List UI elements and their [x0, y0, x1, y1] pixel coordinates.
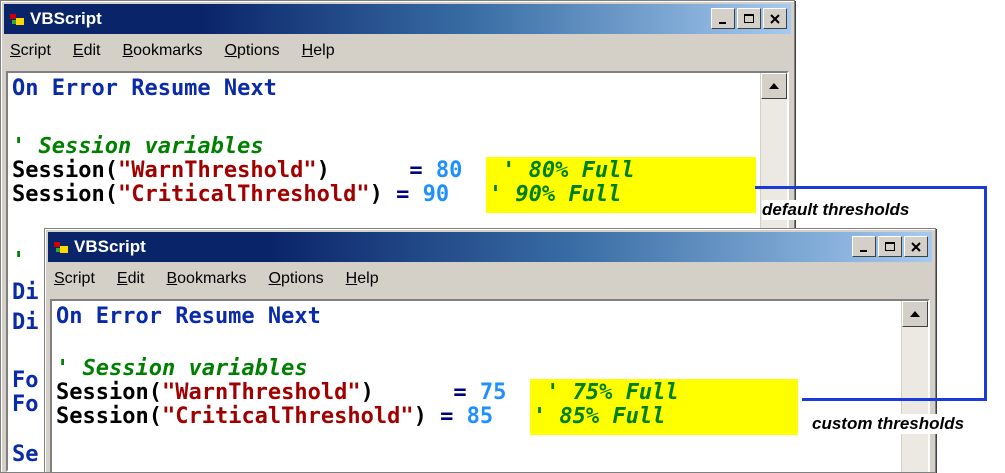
app-icon	[54, 242, 68, 253]
front-close-button[interactable]	[904, 236, 928, 257]
close-icon	[770, 13, 780, 24]
menu-options[interactable]: Options	[269, 270, 324, 288]
back-minimize-button[interactable]	[711, 8, 735, 29]
back-maximize-button[interactable]	[737, 8, 761, 29]
front-line-crit: Session("CriticalThreshold") = 85 ' 85% …	[56, 404, 666, 429]
back-line-2: ' Session variables	[12, 134, 264, 159]
front-menu-bar: Script Edit Bookmarks Options Help	[48, 265, 932, 293]
menu-script[interactable]: Script	[54, 270, 95, 288]
connector-bottom-line	[802, 398, 987, 401]
back-line-warn: Session("WarnThreshold") = 80 ' 80% Full	[12, 158, 635, 183]
back-window-title: VBScript	[30, 9, 102, 28]
front-code-editor[interactable]: On Error Resume Next ' Session variables…	[50, 299, 930, 472]
custom-thresholds-label: custom thresholds	[812, 414, 965, 434]
menu-options[interactable]: Options	[225, 42, 280, 60]
connector-top-line	[755, 186, 987, 189]
scroll-up-arrow-icon	[910, 311, 920, 317]
minimize-icon	[860, 249, 867, 252]
menu-script[interactable]: Script	[10, 42, 51, 60]
back-partial-2: Di	[12, 280, 39, 305]
back-partial-4: Fo	[12, 368, 39, 393]
close-icon	[911, 241, 921, 252]
menu-edit[interactable]: Edit	[73, 42, 101, 60]
front-line-2: ' Session variables	[56, 356, 308, 381]
front-window-title: VBScript	[74, 237, 146, 256]
menu-bookmarks[interactable]: Bookmarks	[166, 270, 246, 288]
back-title-bar[interactable]: VBScript	[4, 4, 791, 34]
app-icon	[10, 14, 24, 25]
default-thresholds-label: default thresholds	[762, 200, 910, 220]
back-close-button[interactable]	[763, 8, 787, 29]
connector-vertical-line	[984, 186, 987, 401]
menu-help[interactable]: Help	[346, 270, 379, 288]
front-title-bar[interactable]: VBScript	[48, 232, 932, 262]
back-menu-bar: Script Edit Bookmarks Options Help	[4, 37, 791, 65]
back-partial-5: Fo	[12, 392, 39, 417]
scroll-up-arrow-icon	[769, 83, 779, 89]
back-partial-3: Di	[12, 310, 39, 335]
front-line-warn: Session("WarnThreshold") = 75 ' 75% Full	[56, 380, 679, 405]
back-partial-6: Se	[12, 442, 39, 467]
minimize-icon	[719, 21, 726, 24]
menu-edit[interactable]: Edit	[117, 270, 145, 288]
menu-bookmarks[interactable]: Bookmarks	[122, 42, 202, 60]
maximize-icon	[885, 241, 895, 251]
back-line-crit: Session("CriticalThreshold") = 90 ' 90% …	[12, 182, 622, 207]
back-partial-1: '	[12, 248, 26, 273]
front-scroll-up-button[interactable]	[902, 301, 928, 327]
back-line-1: On Error Resume Next	[12, 76, 277, 101]
front-maximize-button[interactable]	[878, 236, 902, 257]
front-window: VBScript Script Edit Bookmarks Options H…	[44, 228, 936, 473]
maximize-icon	[744, 13, 754, 23]
back-scroll-up-button[interactable]	[761, 73, 787, 99]
front-line-1: On Error Resume Next	[56, 304, 321, 329]
front-minimize-button[interactable]	[852, 236, 876, 257]
front-vertical-scrollbar[interactable]	[901, 301, 928, 472]
menu-help[interactable]: Help	[302, 42, 335, 60]
